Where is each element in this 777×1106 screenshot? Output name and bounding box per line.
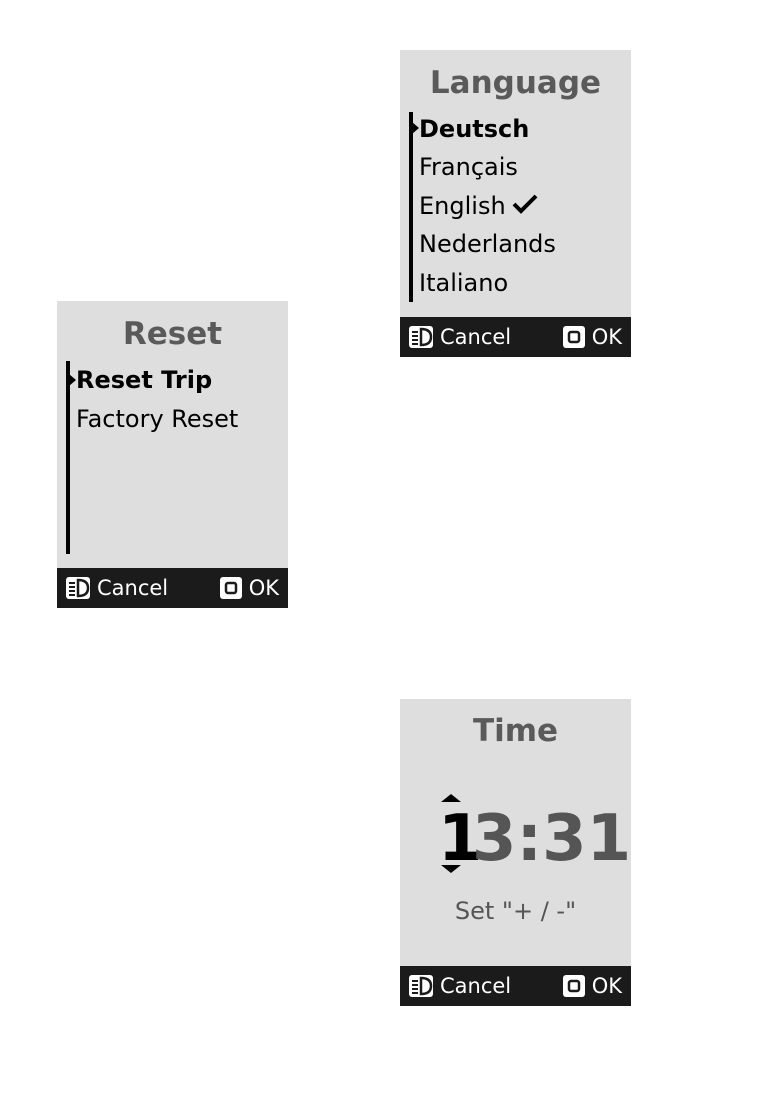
language-screen: Language Deutsch Français English Nederl… bbox=[400, 50, 631, 357]
ok-label: OK bbox=[248, 576, 279, 600]
headlight-icon bbox=[409, 975, 433, 997]
menu-item-label: Factory Reset bbox=[76, 405, 239, 433]
cancel-label: Cancel bbox=[97, 576, 169, 600]
cancel-label: Cancel bbox=[440, 325, 512, 349]
menu-item-factory-reset[interactable]: Factory Reset bbox=[76, 400, 238, 438]
menu-item-label: Deutsch bbox=[419, 115, 530, 143]
time-digits: 3:31 bbox=[472, 802, 631, 876]
softkey-footer: Cancel OK bbox=[400, 317, 631, 357]
ok-label: OK bbox=[591, 325, 622, 349]
menu-item-deutsch[interactable]: Deutsch bbox=[419, 110, 529, 148]
menu-item-label: Reset Trip bbox=[76, 366, 213, 394]
screen-title: Reset bbox=[122, 316, 223, 352]
ok-button[interactable]: OK bbox=[562, 966, 622, 1006]
softkey-footer: Cancel OK bbox=[57, 568, 288, 608]
cancel-label: Cancel bbox=[440, 974, 512, 998]
time-display: 1 3:31 bbox=[400, 799, 631, 879]
menu-item-label: Français bbox=[419, 153, 518, 181]
screen-title: Language bbox=[429, 65, 602, 101]
menu-item-label: Nederlands bbox=[419, 230, 556, 258]
menu-scroll-bar bbox=[409, 112, 413, 302]
menu-item-label: English bbox=[419, 192, 506, 220]
menu-item-label: Italiano bbox=[419, 269, 509, 297]
headlight-icon bbox=[66, 577, 90, 599]
reset-screen: Reset Reset Trip Factory Reset Cancel OK bbox=[57, 301, 288, 608]
square-button-icon bbox=[562, 326, 585, 348]
screen-title: Time bbox=[472, 713, 559, 749]
cancel-button[interactable]: Cancel bbox=[409, 317, 511, 357]
square-button-icon bbox=[219, 577, 242, 599]
time-screen: Time 1 3:31 Set "+ / -" Cancel OK bbox=[400, 699, 631, 1006]
menu-scroll-bar bbox=[66, 361, 70, 554]
cancel-button[interactable]: Cancel bbox=[66, 568, 168, 608]
menu-item-italiano[interactable]: Italiano bbox=[419, 264, 508, 302]
softkey-footer: Cancel OK bbox=[400, 966, 631, 1006]
menu-item-nederlands[interactable]: Nederlands bbox=[419, 225, 556, 263]
ok-button[interactable]: OK bbox=[562, 317, 622, 357]
menu-item-reset-trip[interactable]: Reset Trip bbox=[76, 361, 212, 399]
square-button-icon bbox=[562, 975, 585, 997]
checkmark-icon bbox=[512, 188, 538, 226]
menu-item-francais[interactable]: Français bbox=[419, 148, 518, 186]
cancel-button[interactable]: Cancel bbox=[409, 966, 511, 1006]
set-hint: Set "+ / -" bbox=[454, 897, 577, 925]
ok-label: OK bbox=[591, 974, 622, 998]
ok-button[interactable]: OK bbox=[219, 568, 279, 608]
menu-item-english[interactable]: English bbox=[419, 187, 538, 226]
selection-pointer-icon bbox=[412, 122, 419, 134]
headlight-icon bbox=[409, 326, 433, 348]
selection-pointer-icon bbox=[69, 374, 76, 386]
decrement-arrow-icon[interactable] bbox=[441, 865, 461, 873]
